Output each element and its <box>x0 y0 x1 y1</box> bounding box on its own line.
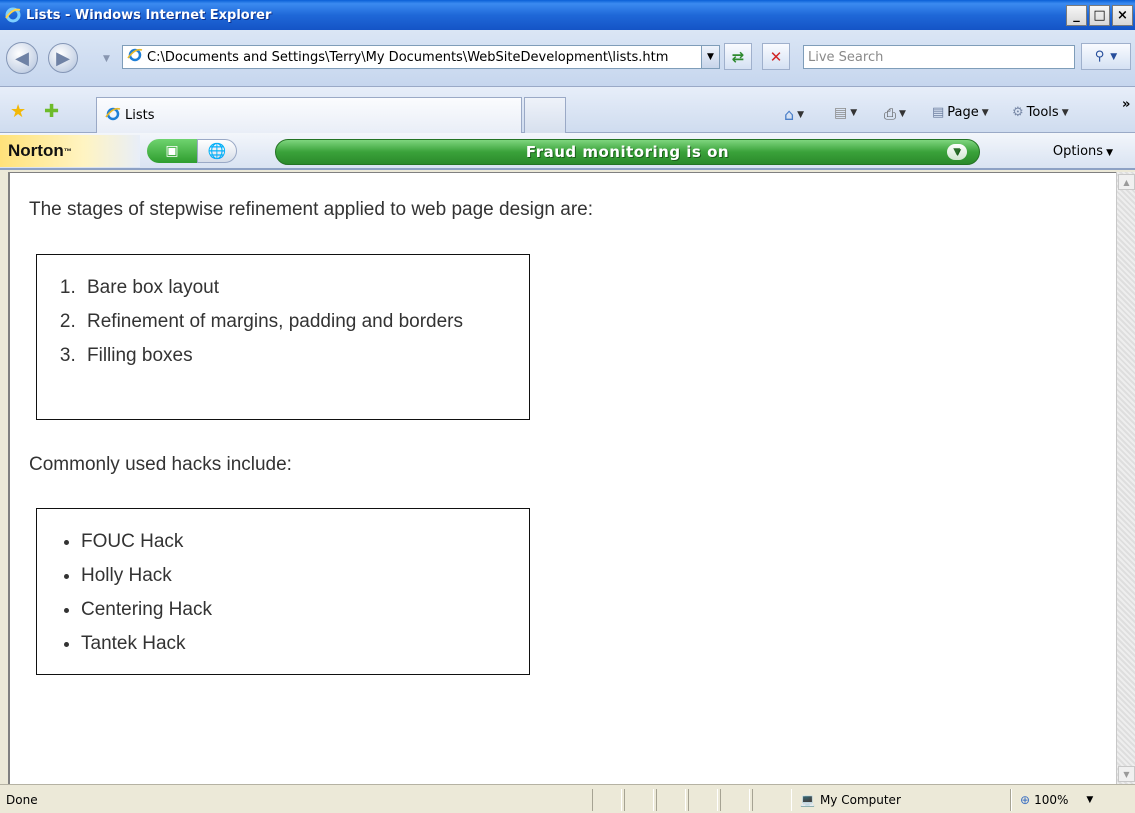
norton-web-button[interactable]: 🌐 <box>197 139 237 163</box>
computer-zone-icon: 💻 <box>800 793 815 807</box>
stop-button[interactable]: ✕ <box>762 43 790 70</box>
norton-computer-button[interactable]: ▣ <box>147 139 197 163</box>
address-bar-row: ◀ ▶ ▼ C:\Documents and Settings\Terry\My… <box>0 30 1135 87</box>
list-item: FOUC Hack <box>81 525 212 559</box>
more-commands-button[interactable]: » <box>1122 97 1130 112</box>
norton-options-menu[interactable]: Options ▼ <box>1053 144 1113 159</box>
hacks-box: FOUC Hack Holly Hack Centering Hack Tant… <box>36 508 530 675</box>
status-cell <box>688 789 718 811</box>
norton-tm: ™ <box>63 146 72 156</box>
security-zone[interactable]: 💻 My Computer <box>800 793 901 807</box>
search-input[interactable]: Live Search <box>803 45 1075 69</box>
new-tab-button[interactable] <box>524 97 566 133</box>
back-button[interactable]: ◀ <box>6 42 38 74</box>
zoom-icon: ⊕ <box>1020 793 1031 807</box>
list-item: Bare box layout <box>81 271 477 305</box>
globe-icon: 🌐 <box>207 142 227 160</box>
stages-box: Bare box layout Refinement of margins, p… <box>36 254 530 420</box>
options-dropdown-icon: ▼ <box>1106 148 1113 158</box>
tab-label: Lists <box>125 108 155 123</box>
page-menu-label: Page <box>947 105 979 120</box>
scroll-up-arrow-icon[interactable]: ▲ <box>1118 174 1135 190</box>
add-favorites-icon[interactable]: ✚ <box>44 101 59 122</box>
favorites-star-icon[interactable]: ★ <box>10 101 26 122</box>
stop-icon: ✕ <box>769 47 783 66</box>
page-menu[interactable]: ▤ Page ▼ <box>932 105 989 120</box>
fraud-monitor-status[interactable]: Fraud monitoring is on ▼ <box>275 139 980 165</box>
options-label: Options <box>1052 144 1104 159</box>
print-icon: ⎙ <box>884 105 897 123</box>
scroll-down-arrow-icon[interactable]: ▼ <box>1118 766 1135 782</box>
window-title: Lists - Windows Internet Explorer <box>26 7 272 23</box>
back-arrow-icon: ◀ <box>15 47 29 69</box>
refresh-button[interactable]: ⇄ <box>724 43 752 70</box>
list-item: Centering Hack <box>81 593 212 627</box>
list-item: Refinement of margins, padding and borde… <box>81 305 477 339</box>
status-cell <box>720 789 750 811</box>
search-icon: ⚲ <box>1094 49 1105 64</box>
recent-pages-dropdown[interactable]: ▼ <box>103 54 110 64</box>
list-item: Holly Hack <box>81 559 212 593</box>
home-button[interactable]: ⌂ ▼ <box>784 105 804 124</box>
hacks-list: FOUC Hack Holly Hack Centering Hack Tant… <box>37 525 212 661</box>
close-button[interactable]: × <box>1112 5 1133 26</box>
home-icon: ⌂ <box>784 105 795 124</box>
forward-arrow-icon: ▶ <box>56 47 70 69</box>
norton-logo-text: Norton <box>8 141 64 160</box>
zoom-level: 100% <box>1034 793 1069 807</box>
address-dropdown-button[interactable]: ▼ <box>701 46 719 68</box>
status-cell <box>592 789 622 811</box>
zoom-control[interactable]: ⊕ 100% ▼ <box>1020 793 1093 807</box>
tools-menu-label: Tools <box>1026 105 1059 120</box>
status-cell <box>752 789 792 811</box>
status-cell <box>624 789 654 811</box>
status-text: Done <box>6 793 38 807</box>
refresh-icon: ⇄ <box>731 47 745 66</box>
minimize-button[interactable]: _ <box>1066 5 1087 26</box>
norton-logo: Norton ™ <box>0 135 140 167</box>
address-field[interactable]: C:\Documents and Settings\Terry\My Docum… <box>122 45 720 69</box>
computer-icon: ▣ <box>165 143 179 159</box>
fraud-status-text: Fraud monitoring is on <box>525 143 730 161</box>
feeds-icon: ▤ <box>834 105 848 121</box>
print-button[interactable]: ⎙ ▼ <box>884 105 906 123</box>
tab-row: ★ ✚ Lists ⌂ ▼ ▤ ▼ ⎙ ▼ ▤ Page ▼ ⚙ Tools ▼ » <box>0 87 1135 133</box>
zoom-dropdown-icon[interactable]: ▼ <box>1086 795 1093 805</box>
maximize-button[interactable]: □ <box>1089 5 1110 26</box>
address-url[interactable]: C:\Documents and Settings\Terry\My Docum… <box>147 50 701 65</box>
list-item: Filling boxes <box>81 339 477 373</box>
page-icon-cmd: ▤ <box>932 105 945 120</box>
title-bar: Lists - Windows Internet Explorer _ □ × <box>0 0 1135 30</box>
stages-list: Bare box layout Refinement of margins, p… <box>37 271 477 373</box>
list-item: Tantek Hack <box>81 627 212 661</box>
status-bar: Done 💻 My Computer ⊕ 100% ▼ <box>0 784 1135 813</box>
gear-icon: ⚙ <box>1012 105 1024 120</box>
stages-intro-text: The stages of stepwise refinement applie… <box>29 199 594 220</box>
fraud-dropdown-icon[interactable]: ▼ <box>947 144 967 160</box>
tab-lists[interactable]: Lists <box>96 97 522 133</box>
page-content: The stages of stepwise refinement applie… <box>8 172 1116 784</box>
tab-page-icon <box>105 106 121 126</box>
page-icon <box>127 47 143 67</box>
status-cell <box>656 789 686 811</box>
norton-toolbar: Norton ™ ▣ 🌐 Fraud monitoring is on ▼ Opt… <box>0 133 1135 170</box>
forward-button[interactable]: ▶ <box>48 43 78 73</box>
search-options-dropdown[interactable]: ▼ <box>1110 52 1117 62</box>
vertical-scrollbar[interactable]: ▲ ▼ <box>1116 172 1135 784</box>
status-divider <box>1010 789 1012 811</box>
ie-logo-icon <box>4 6 22 24</box>
tools-menu[interactable]: ⚙ Tools ▼ <box>1012 105 1069 120</box>
hacks-intro-text: Commonly used hacks include: <box>29 454 292 475</box>
zone-label: My Computer <box>819 793 901 807</box>
feeds-button[interactable]: ▤ ▼ <box>834 105 857 121</box>
search-button[interactable]: ⚲ ▼ <box>1081 43 1131 70</box>
